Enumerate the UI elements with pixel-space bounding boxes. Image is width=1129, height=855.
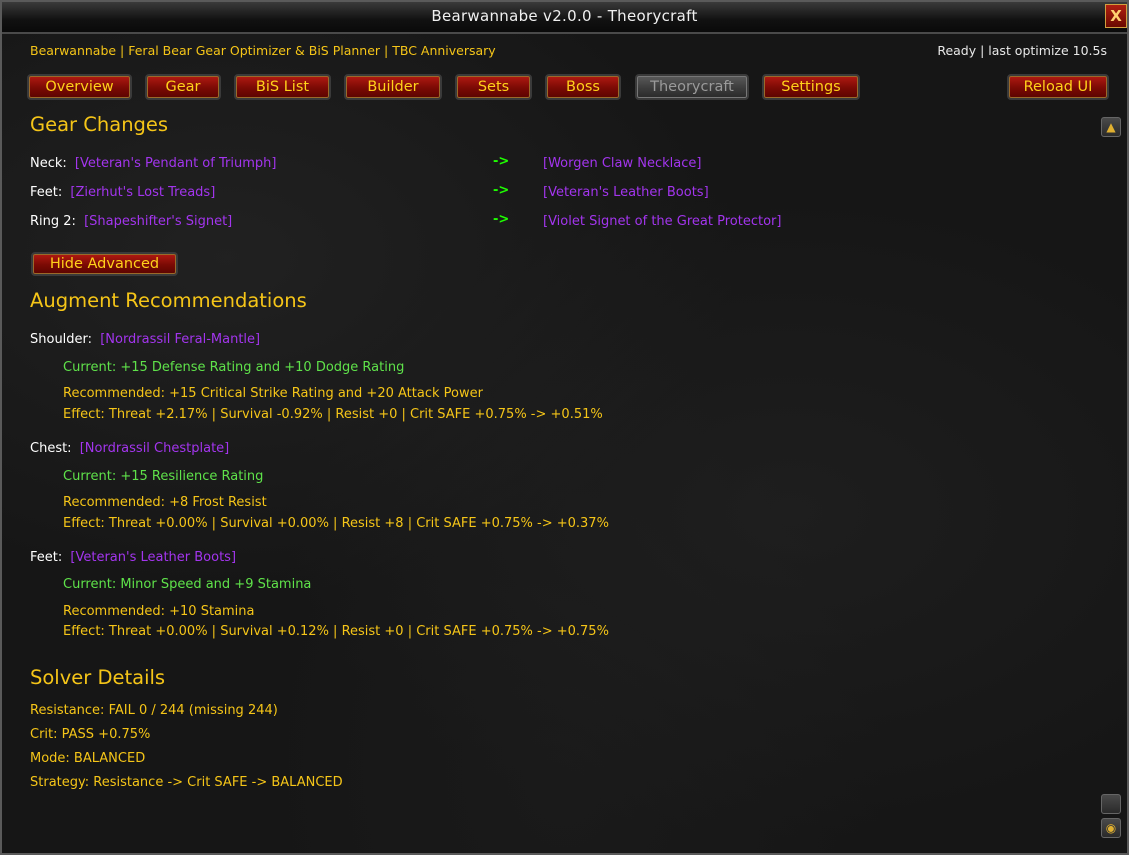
old-item-link[interactable]: [Shapeshifter's Signet] — [84, 214, 232, 229]
slot-label: Ring 2: — [30, 214, 76, 229]
augment-effect: Effect: Threat +0.00% | Survival +0.00% … — [63, 516, 609, 531]
new-item-link[interactable]: [Veteran's Leather Boots] — [543, 185, 709, 200]
augment-item-link[interactable]: [Nordrassil Chestplate] — [80, 441, 230, 456]
tab-builder[interactable]: Builder — [344, 74, 442, 100]
reload-ui-button[interactable]: Reload UI — [1007, 74, 1109, 100]
augment-recommended: Recommended: +15 Critical Strike Rating … — [63, 386, 483, 401]
augment-slot-row: Chest: [Nordrassil Chestplate] — [30, 441, 229, 456]
augment-item-link[interactable]: [Nordrassil Feral-Mantle] — [100, 332, 260, 347]
slot-label: Neck: — [30, 156, 67, 171]
slot-label: Feet: — [30, 550, 63, 565]
augment-recommended: Recommended: +8 Frost Resist — [63, 495, 267, 510]
tab-sets[interactable]: Sets — [455, 74, 532, 100]
change-arrow: -> — [493, 212, 510, 227]
gear-change-row: Feet: [Zierhut's Lost Treads] — [30, 185, 215, 200]
augment-current: Current: +15 Defense Rating and +10 Dodg… — [63, 360, 405, 375]
old-item-link[interactable]: [Zierhut's Lost Treads] — [70, 185, 215, 200]
augment-effect: Effect: Threat +2.17% | Survival -0.92% … — [63, 407, 603, 422]
tab-boss[interactable]: Boss — [545, 74, 621, 100]
solver-mode: Mode: BALANCED — [30, 751, 146, 766]
solver-strategy: Strategy: Resistance -> Crit SAFE -> BAL… — [30, 775, 343, 790]
old-item-link[interactable]: [Veteran's Pendant of Triumph] — [75, 156, 277, 171]
new-item-link[interactable]: [Worgen Claw Necklace] — [543, 156, 701, 171]
slot-label: Shoulder: — [30, 332, 93, 347]
augment-slot-row: Shoulder: [Nordrassil Feral-Mantle] — [30, 332, 260, 347]
new-item-link[interactable]: [Violet Signet of the Great Protector] — [543, 214, 781, 229]
augment-current: Current: +15 Resilience Rating — [63, 469, 264, 484]
augment-effect: Effect: Threat +0.00% | Survival +0.12% … — [63, 624, 609, 639]
tab-overview[interactable]: Overview — [27, 74, 132, 100]
augment-recommended: Recommended: +10 Stamina — [63, 604, 255, 619]
window-title: Bearwannabe v2.0.0 - Theorycraft — [431, 7, 698, 25]
hide-advanced-button[interactable]: Hide Advanced — [31, 252, 178, 276]
status-text: Ready | last optimize 10.5s — [937, 43, 1107, 58]
augment-slot-row: Feet: [Veteran's Leather Boots] — [30, 550, 236, 565]
title-bar[interactable]: Bearwannabe v2.0.0 - Theorycraft — [2, 2, 1127, 34]
augment-heading: Augment Recommendations — [30, 289, 307, 312]
tab-bis-list[interactable]: BiS List — [234, 74, 331, 100]
tab-theorycraft[interactable]: Theorycraft — [635, 74, 749, 100]
change-arrow: -> — [493, 154, 510, 169]
solver-crit: Crit: PASS +0.75% — [30, 727, 151, 742]
resize-grip-icon[interactable]: ◉ — [1101, 818, 1121, 838]
slot-label: Feet: — [30, 185, 63, 200]
solver-resistance: Resistance: FAIL 0 / 244 (missing 244) — [30, 703, 278, 718]
gear-change-row: Neck: [Veteran's Pendant of Triumph] — [30, 156, 276, 171]
tab-settings[interactable]: Settings — [762, 74, 860, 100]
gear-change-row: Ring 2: [Shapeshifter's Signet] — [30, 214, 232, 229]
addon-window: Bearwannabe v2.0.0 - Theorycraft X Bearw… — [0, 0, 1129, 855]
augment-current: Current: Minor Speed and +9 Stamina — [63, 577, 312, 592]
augment-item-link[interactable]: [Veteran's Leather Boots] — [70, 550, 236, 565]
tab-gear[interactable]: Gear — [145, 74, 221, 100]
scroll-handle-icon[interactable] — [1101, 794, 1121, 814]
addon-subtitle: Bearwannabe | Feral Bear Gear Optimizer … — [30, 43, 496, 58]
minimap-icon[interactable]: ▲ — [1101, 117, 1121, 137]
close-icon: X — [1110, 7, 1122, 25]
change-arrow: -> — [493, 183, 510, 198]
gear-changes-heading: Gear Changes — [30, 113, 169, 136]
solver-heading: Solver Details — [30, 666, 166, 689]
close-button[interactable]: X — [1105, 4, 1127, 28]
slot-label: Chest: — [30, 441, 72, 456]
